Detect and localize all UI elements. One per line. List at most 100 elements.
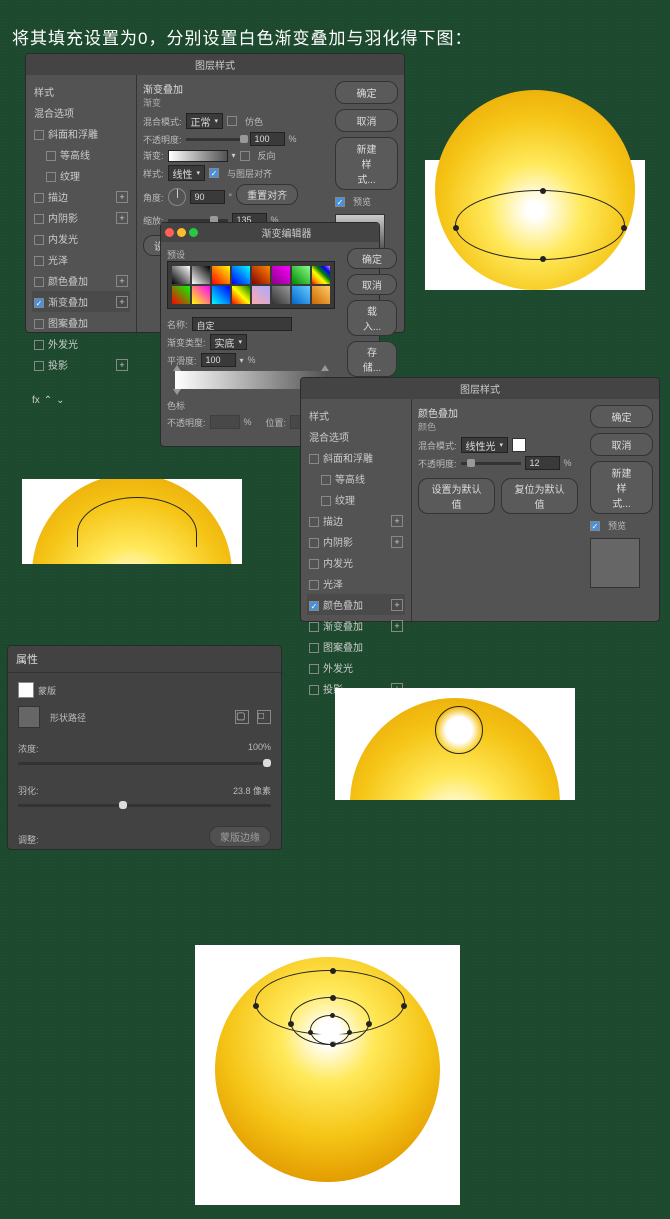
- checkbox[interactable]: [309, 685, 319, 695]
- load-button[interactable]: 载入...: [347, 300, 397, 336]
- reset-align-button[interactable]: 重置对齐: [236, 184, 298, 205]
- name-input[interactable]: 自定: [192, 317, 292, 331]
- style-contour[interactable]: 等高线: [32, 144, 130, 165]
- checkbox[interactable]: [309, 454, 319, 464]
- style-color-overlay[interactable]: 颜色叠加+: [307, 594, 405, 615]
- cancel-button[interactable]: 取消: [335, 109, 398, 132]
- plus-icon[interactable]: +: [391, 536, 403, 548]
- checkbox[interactable]: [34, 214, 44, 224]
- checkbox[interactable]: [309, 643, 319, 653]
- style-stroke[interactable]: 描边+: [307, 510, 405, 531]
- plus-icon[interactable]: +: [116, 212, 128, 224]
- minimize-icon[interactable]: [177, 228, 186, 237]
- checkbox[interactable]: [34, 361, 44, 371]
- blend-options[interactable]: 混合选项: [307, 426, 405, 447]
- type-dropdown[interactable]: 实底: [210, 334, 248, 350]
- preview-checkbox[interactable]: [335, 197, 345, 207]
- style-dropdown[interactable]: 线性: [168, 165, 206, 181]
- reverse-checkbox[interactable]: [240, 151, 250, 161]
- style-contour[interactable]: 等高线: [307, 468, 405, 489]
- blend-mode-dropdown[interactable]: 正常: [186, 113, 224, 129]
- style-bevel[interactable]: 斜面和浮雕: [32, 123, 130, 144]
- ok-button[interactable]: 确定: [590, 405, 653, 428]
- style-pattern-overlay[interactable]: 图案叠加: [307, 636, 405, 657]
- maximize-icon[interactable]: [189, 228, 198, 237]
- plus-icon[interactable]: +: [391, 515, 403, 527]
- styles-header[interactable]: 样式: [307, 405, 405, 426]
- gradient-preview[interactable]: [168, 150, 228, 162]
- down-icon[interactable]: ⌄: [56, 395, 64, 406]
- style-inner-shadow[interactable]: 内阴影+: [32, 207, 130, 228]
- style-bevel[interactable]: 斜面和浮雕: [307, 447, 405, 468]
- style-drop-shadow[interactable]: 投影+: [32, 354, 130, 375]
- reset-default-button[interactable]: 复位为默认值: [501, 478, 578, 514]
- preset-swatches[interactable]: [167, 261, 335, 309]
- checkbox[interactable]: [34, 256, 44, 266]
- style-gradient-overlay[interactable]: 渐变叠加+: [307, 615, 405, 636]
- checkbox[interactable]: [34, 319, 44, 329]
- checkbox[interactable]: [46, 151, 56, 161]
- align-checkbox[interactable]: [209, 168, 219, 178]
- blend-options[interactable]: 混合选项: [32, 102, 130, 123]
- angle-input[interactable]: 90: [190, 190, 225, 204]
- preview-checkbox[interactable]: [590, 521, 600, 531]
- style-satin[interactable]: 光泽: [32, 249, 130, 270]
- plus-icon[interactable]: +: [391, 599, 403, 611]
- checkbox[interactable]: [309, 580, 319, 590]
- style-inner-shadow[interactable]: 内阴影+: [307, 531, 405, 552]
- new-style-button[interactable]: 新建样式...: [590, 461, 653, 514]
- checkbox[interactable]: [34, 235, 44, 245]
- checkbox[interactable]: [34, 130, 44, 140]
- style-texture[interactable]: 纹理: [307, 489, 405, 510]
- checkbox[interactable]: [309, 601, 319, 611]
- checkbox[interactable]: [309, 622, 319, 632]
- close-icon[interactable]: [165, 228, 174, 237]
- save-button[interactable]: 存储...: [347, 341, 397, 377]
- mask-icon[interactable]: [18, 682, 34, 698]
- dither-checkbox[interactable]: [227, 116, 237, 126]
- plus-icon[interactable]: +: [116, 191, 128, 203]
- checkbox[interactable]: [34, 193, 44, 203]
- edit-icon[interactable]: ▢: [235, 710, 249, 724]
- checkbox[interactable]: [309, 517, 319, 527]
- checkbox[interactable]: [34, 340, 44, 350]
- fx-icon[interactable]: fx: [32, 395, 40, 406]
- style-pattern-overlay[interactable]: 图案叠加: [32, 312, 130, 333]
- checkbox[interactable]: [46, 172, 56, 182]
- opacity-input[interactable]: 12: [525, 456, 560, 470]
- checkbox[interactable]: [321, 475, 331, 485]
- ok-button[interactable]: 确定: [335, 81, 398, 104]
- opacity-slider[interactable]: [186, 138, 246, 141]
- checkbox[interactable]: [309, 559, 319, 569]
- new-style-button[interactable]: 新建样式...: [335, 137, 398, 190]
- checkbox[interactable]: [309, 664, 319, 674]
- checkbox[interactable]: [34, 298, 44, 308]
- density-slider[interactable]: [18, 762, 271, 765]
- plus-icon[interactable]: +: [116, 296, 128, 308]
- style-satin[interactable]: 光泽: [307, 573, 405, 594]
- make-default-button[interactable]: 设置为默认值: [418, 478, 495, 514]
- style-inner-glow[interactable]: 内发光: [307, 552, 405, 573]
- checkbox[interactable]: [34, 277, 44, 287]
- plus-icon[interactable]: +: [391, 620, 403, 632]
- mask-edge-button[interactable]: 蒙版边缘: [209, 826, 271, 847]
- style-color-overlay[interactable]: 颜色叠加+: [32, 270, 130, 291]
- feather-slider[interactable]: [18, 804, 271, 807]
- plus-icon[interactable]: +: [116, 275, 128, 287]
- styles-header[interactable]: 样式: [32, 81, 130, 102]
- opacity-slider[interactable]: [461, 462, 521, 465]
- plus-icon[interactable]: +: [116, 359, 128, 371]
- style-inner-glow[interactable]: 内发光: [32, 228, 130, 249]
- style-texture[interactable]: 纹理: [32, 165, 130, 186]
- blend-mode-dropdown[interactable]: 线性光: [461, 437, 509, 453]
- color-swatch[interactable]: [512, 438, 526, 452]
- smooth-input[interactable]: 100: [201, 353, 236, 367]
- angle-dial[interactable]: [168, 188, 186, 206]
- style-stroke[interactable]: 描边+: [32, 186, 130, 207]
- cancel-button[interactable]: 取消: [590, 433, 653, 456]
- style-gradient-overlay[interactable]: 渐变叠加+: [32, 291, 130, 312]
- opacity-input[interactable]: 100: [250, 132, 285, 146]
- ok-button[interactable]: 确定: [347, 248, 397, 269]
- up-icon[interactable]: ⌃: [44, 395, 52, 406]
- link-icon[interactable]: □: [257, 710, 271, 724]
